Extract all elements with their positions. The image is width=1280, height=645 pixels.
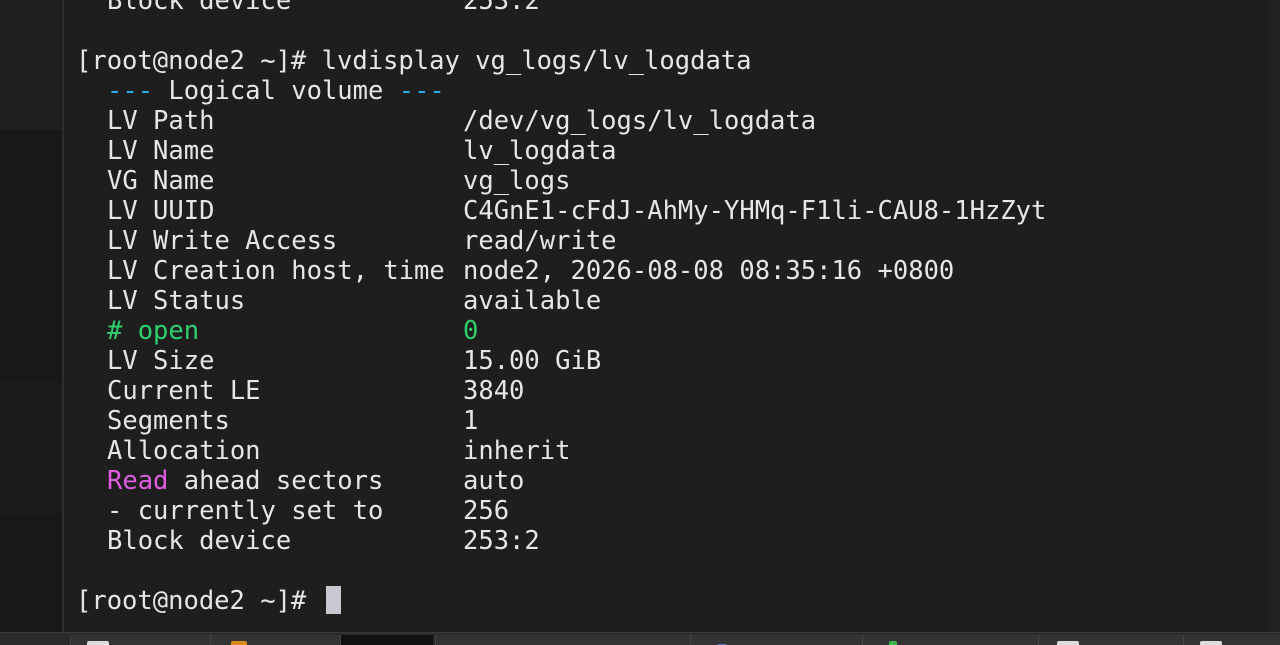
field-value: node2, 2026-08-08 08:35:16 +0800 (463, 256, 955, 286)
field-key: LV Name (107, 136, 215, 166)
taskbar-button-active[interactable] (340, 635, 433, 645)
field-value: vg_logs (463, 166, 571, 196)
field-key: LV Size (107, 346, 215, 376)
taskbar-button[interactable] (435, 635, 691, 645)
header-dashes-right: --- (398, 76, 445, 106)
field-row-currently-set: - currently set to 256 (76, 496, 509, 526)
header-label: Logical volume (168, 76, 384, 106)
taskbar-button[interactable] (862, 635, 1039, 645)
field-row-size: LV Size 15.00 GiB (76, 346, 601, 376)
taskbar-button[interactable] (1183, 635, 1280, 645)
window-icon (87, 641, 109, 645)
prompt-line[interactable]: [root@node2 ~]# (76, 586, 341, 616)
field-key: Allocation (107, 436, 261, 466)
text-cursor (325, 586, 341, 614)
field-key: # open (107, 316, 200, 346)
field-key: LV Status (107, 286, 246, 316)
field-value: read/write (463, 226, 617, 256)
field-key-rest: ahead sectors (168, 466, 384, 496)
header-dashes-left: --- (107, 76, 154, 106)
field-key: LV Path (107, 106, 215, 136)
field-key: Current LE (107, 376, 261, 406)
field-value: 1 (463, 406, 479, 436)
field-value: inherit (463, 436, 571, 466)
field-key: LV Creation host, time (107, 256, 445, 286)
left-panel-segment (0, 380, 62, 515)
section-header: --- Logical volume --- (76, 76, 445, 106)
field-value: 0 (463, 316, 479, 346)
field-row-current-le: Current LE 3840 (76, 376, 524, 406)
field-row-lv-uuid: LV UUID C4GnE1-cFdJ-AhMy-YHMq-F1li-CAU8-1… (76, 196, 1046, 226)
field-row-block-device: Block device 253:2 (76, 526, 540, 556)
field-value: C4GnE1-cFdJ-AhMy-YHMq-F1li-CAU8-1HzZyt (463, 196, 1047, 226)
field-row-write-access: LV Write Access read/write (76, 226, 617, 256)
field-value: /dev/vg_logs/lv_logdata (463, 106, 817, 136)
window-icon (1200, 641, 1222, 645)
prompt-text: [root@node2 ~]# (76, 586, 322, 616)
field-value: lv_logdata (463, 136, 617, 166)
field-row-status: LV Status available (76, 286, 601, 316)
field-row-segments: Segments 1 (76, 406, 478, 436)
taskbar-button[interactable] (1038, 635, 1184, 645)
command-line: [root@node2 ~]# lvdisplay vg_logs/lv_log… (76, 46, 752, 76)
field-key: Block device (107, 526, 292, 556)
field-key: Read ahead sectors (107, 466, 463, 496)
field-value: auto (463, 466, 525, 496)
left-panel (0, 0, 62, 632)
screen: Block device 253:2 [root@node2 ~]# lvdisp… (0, 0, 1280, 645)
window-edge (1268, 0, 1280, 632)
taskbar (0, 632, 1280, 645)
field-key: LV UUID (107, 196, 215, 226)
field-value: 256 (463, 496, 510, 526)
taskbar-button[interactable] (210, 635, 341, 645)
field-value: 15.00 GiB (463, 346, 602, 376)
left-panel-segment (0, 0, 62, 130)
taskbar-button[interactable] (70, 635, 211, 645)
field-row-lv-name: LV Name lv_logdata (76, 136, 617, 166)
field-value: 3840 (463, 376, 525, 406)
field-value: 253:2 (463, 0, 540, 16)
taskbar-button[interactable] (690, 635, 863, 645)
field-row-creation: LV Creation host, time node2, 2026-08-08 … (76, 256, 954, 286)
terminal-window[interactable]: Block device 253:2 [root@node2 ~]# lvdisp… (64, 0, 1268, 632)
field-value: available (463, 286, 602, 316)
app-icon (889, 641, 897, 645)
field-row-vg-name: VG Name vg_logs (76, 166, 570, 196)
terminal-line-partial: Block device 253:2 (76, 0, 540, 16)
field-row-lv-path: LV Path/dev/vg_logs/lv_logdata (76, 106, 816, 136)
window-icon (1057, 641, 1079, 645)
app-icon (231, 641, 247, 645)
field-key: LV Write Access (107, 226, 338, 256)
field-key: VG Name (107, 166, 215, 196)
field-value: 253:2 (463, 526, 540, 556)
field-key: Segments (107, 406, 230, 436)
field-row-open: # open 0 (76, 316, 478, 346)
field-key: - currently set to (107, 496, 384, 526)
field-row-allocation: Allocation inherit (76, 436, 570, 466)
field-row-read-ahead: Read ahead sectors auto (76, 466, 524, 496)
read-highlight: Read (107, 466, 169, 496)
field-key: Block device (107, 0, 292, 16)
